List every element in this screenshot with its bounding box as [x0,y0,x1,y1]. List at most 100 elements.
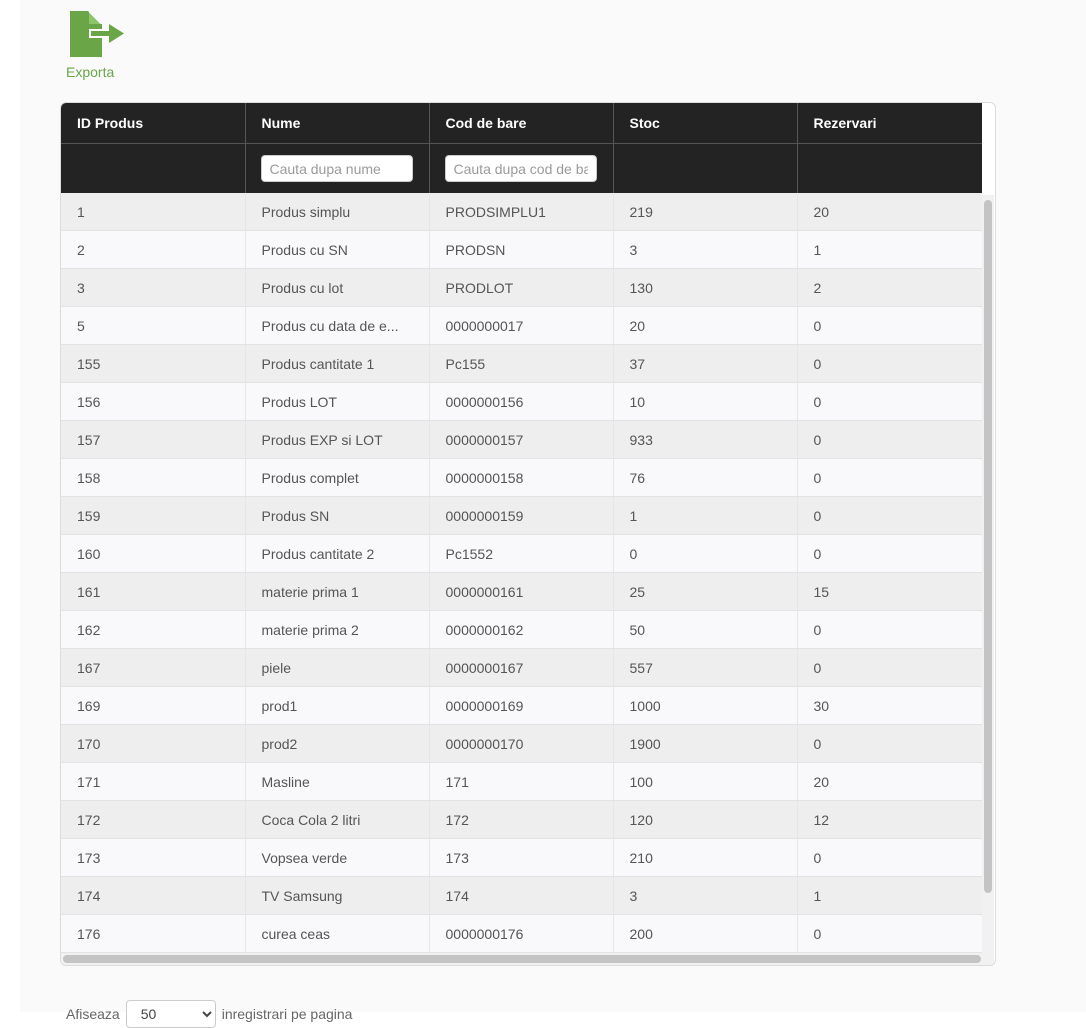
table-filter-row [61,143,982,193]
table-row[interactable]: 159 Produs SN 0000000159 1 0 [61,496,982,535]
table-row[interactable]: 162 materie prima 2 0000000162 50 0 [61,610,982,649]
cell-barcode: 172 [429,800,614,839]
cell-id: 167 [61,648,246,687]
cell-reservations: 15 [797,572,982,611]
name-search-input[interactable] [260,155,413,182]
table-row[interactable]: 5 Produs cu data de e... 0000000017 20 0 [61,306,982,345]
cell-name: piele [245,648,430,687]
table-row[interactable]: 167 piele 0000000167 557 0 [61,648,982,687]
cell-stock: 50 [613,610,798,649]
cell-reservations: 20 [797,762,982,801]
table-row[interactable]: 157 Produs EXP si LOT 0000000157 933 0 [61,420,982,459]
cell-name: Produs cu SN [245,230,430,269]
column-header-id[interactable]: ID Produs [61,103,246,144]
table-row[interactable]: 172 Coca Cola 2 litri 172 120 12 [61,800,982,839]
column-header-stock[interactable]: Stoc [613,103,798,144]
cell-barcode: Pc155 [429,344,614,383]
cell-reservations: 0 [797,534,982,573]
cell-reservations: 0 [797,420,982,459]
column-header-barcode[interactable]: Cod de bare [429,103,614,144]
cell-stock: 100 [613,762,798,801]
table-row[interactable]: 174 TV Samsung 174 3 1 [61,876,982,915]
cell-barcode: PRODLOT [429,268,614,307]
cell-stock: 219 [613,193,798,231]
cell-barcode: 0000000159 [429,496,614,535]
table-row[interactable]: 169 prod1 0000000169 1000 30 [61,686,982,725]
cell-barcode: 0000000167 [429,648,614,687]
barcode-search-input[interactable] [444,155,597,182]
column-header-reservations[interactable]: Rezervari [797,103,982,144]
filter-cell-reservations [797,143,982,193]
cell-barcode: 0000000176 [429,914,614,953]
cell-reservations: 0 [797,382,982,421]
table-row[interactable]: 1 Produs simplu PRODSIMPLU1 219 20 [61,193,982,231]
table-row[interactable]: 161 materie prima 1 0000000161 25 15 [61,572,982,611]
cell-stock: 1000 [613,686,798,725]
cell-name: Produs SN [245,496,430,535]
table-row[interactable]: 170 prod2 0000000170 1900 0 [61,724,982,763]
table-row[interactable]: 158 Produs complet 0000000158 76 0 [61,458,982,497]
cell-barcode: 0000000157 [429,420,614,459]
page-size-row: Afiseaza 50 inregistrari pe pagina [66,1000,352,1028]
table-scroll-area[interactable]: ID Produs Nume Cod de bare Stoc Rezervar… [61,103,982,953]
table-row[interactable]: 176 curea ceas 0000000176 200 0 [61,914,982,953]
cell-name: Vopsea verde [245,838,430,877]
cell-stock: 0 [613,534,798,573]
page-size-select[interactable]: 50 [125,1000,216,1028]
horizontal-scrollbar-thumb[interactable] [63,955,981,963]
cell-reservations: 0 [797,458,982,497]
cell-id: 176 [61,914,246,953]
cell-stock: 557 [613,648,798,687]
cell-id: 161 [61,572,246,611]
table-row[interactable]: 2 Produs cu SN PRODSN 3 1 [61,230,982,269]
table-row[interactable]: 171 Masline 171 100 20 [61,762,982,801]
vertical-scrollbar-thumb[interactable] [984,200,992,893]
column-header-name[interactable]: Nume [245,103,430,144]
cell-name: Masline [245,762,430,801]
cell-stock: 20 [613,306,798,345]
cell-barcode: 0000000161 [429,572,614,611]
cell-barcode: 173 [429,838,614,877]
cell-barcode: 0000000162 [429,610,614,649]
cell-barcode: 0000000170 [429,724,614,763]
cell-stock: 3 [613,876,798,915]
cell-name: materie prima 1 [245,572,430,611]
table-row[interactable]: 156 Produs LOT 0000000156 10 0 [61,382,982,421]
cell-reservations: 0 [797,610,982,649]
filter-cell-barcode [429,143,614,193]
cell-stock: 1900 [613,724,798,763]
cell-barcode: 171 [429,762,614,801]
cell-id: 169 [61,686,246,725]
cell-barcode: PRODSN [429,230,614,269]
cell-name: curea ceas [245,914,430,953]
file-export-icon [70,11,124,57]
cell-id: 160 [61,534,246,573]
cell-reservations: 0 [797,496,982,535]
cell-name: Produs EXP si LOT [245,420,430,459]
cell-barcode: 0000000017 [429,306,614,345]
table-row[interactable]: 173 Vopsea verde 173 210 0 [61,838,982,877]
table-row[interactable]: 160 Produs cantitate 2 Pc1552 0 0 [61,534,982,573]
table-row[interactable]: 155 Produs cantitate 1 Pc155 37 0 [61,344,982,383]
export-label: Exporta [66,64,115,80]
cell-stock: 3 [613,230,798,269]
filter-cell-id [61,143,246,193]
export-button[interactable]: Exporta [64,8,130,82]
cell-id: 1 [61,193,246,231]
table-row[interactable]: 3 Produs cu lot PRODLOT 130 2 [61,268,982,307]
cell-id: 3 [61,268,246,307]
products-table-panel: ID Produs Nume Cod de bare Stoc Rezervar… [60,102,996,966]
cell-name: Produs cantitate 1 [245,344,430,383]
cell-stock: 933 [613,420,798,459]
cell-stock: 200 [613,914,798,953]
cell-reservations: 0 [797,914,982,953]
cell-name: Produs simplu [245,193,430,231]
cell-id: 173 [61,838,246,877]
cell-stock: 130 [613,268,798,307]
cell-barcode: 0000000169 [429,686,614,725]
cell-name: prod2 [245,724,430,763]
cell-reservations: 0 [797,648,982,687]
cell-reservations: 2 [797,268,982,307]
cell-name: materie prima 2 [245,610,430,649]
cell-name: prod1 [245,686,430,725]
